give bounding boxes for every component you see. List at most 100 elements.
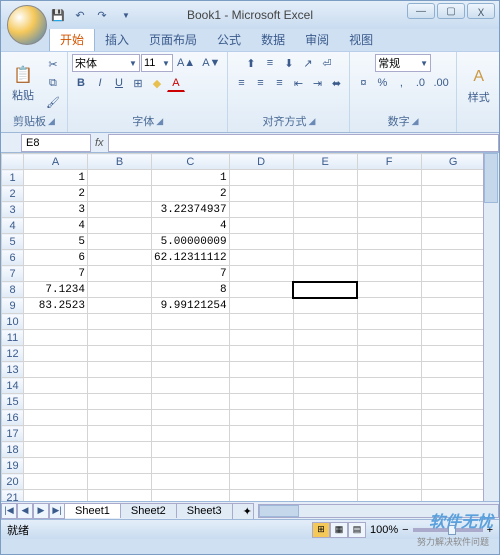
cell-B7[interactable] <box>88 266 152 282</box>
cell-E8[interactable] <box>293 282 357 298</box>
cell-G1[interactable] <box>421 170 485 186</box>
col-header-G[interactable]: G <box>421 154 485 170</box>
sheet-nav-last[interactable]: ▶| <box>49 503 65 519</box>
col-header-C[interactable]: C <box>152 154 230 170</box>
cell-C2[interactable]: 2 <box>152 186 230 202</box>
tab-formulas[interactable]: 公式 <box>207 28 251 51</box>
cell-G16[interactable] <box>421 410 485 426</box>
cell-C15[interactable] <box>152 394 230 410</box>
comma-button[interactable]: , <box>392 74 410 92</box>
cell-D20[interactable] <box>229 474 293 490</box>
cut-button[interactable]: ✂ <box>43 55 63 73</box>
italic-button[interactable]: I <box>91 74 109 92</box>
sheet-tab-3[interactable]: Sheet3 <box>176 503 233 518</box>
cell-D12[interactable] <box>229 346 293 362</box>
zoom-out-button[interactable]: − <box>402 524 408 536</box>
cell-A9[interactable]: 83.2523 <box>24 298 88 314</box>
cell-C3[interactable]: 3.22374937 <box>152 202 230 218</box>
cell-A4[interactable]: 4 <box>24 218 88 234</box>
align-launcher-icon[interactable]: ◢ <box>308 116 315 127</box>
cell-B10[interactable] <box>88 314 152 330</box>
cell-B2[interactable] <box>88 186 152 202</box>
cell-E3[interactable] <box>293 202 357 218</box>
cell-C17[interactable] <box>152 426 230 442</box>
cell-G14[interactable] <box>421 378 485 394</box>
cell-G2[interactable] <box>421 186 485 202</box>
copy-button[interactable]: ⧉ <box>43 74 63 92</box>
cell-C4[interactable]: 4 <box>152 218 230 234</box>
cell-E4[interactable] <box>293 218 357 234</box>
shrink-font-button[interactable]: A▼ <box>199 54 223 72</box>
cell-G15[interactable] <box>421 394 485 410</box>
cell-E10[interactable] <box>293 314 357 330</box>
tab-view[interactable]: 视图 <box>339 28 383 51</box>
cell-D11[interactable] <box>229 330 293 346</box>
wrap-text-button[interactable]: ⏎ <box>318 54 336 72</box>
cell-A13[interactable] <box>24 362 88 378</box>
bold-button[interactable]: B <box>72 74 90 92</box>
cell-G20[interactable] <box>421 474 485 490</box>
cell-F19[interactable] <box>357 458 421 474</box>
cell-E11[interactable] <box>293 330 357 346</box>
align-center-button[interactable]: ≡ <box>251 74 269 92</box>
cell-C1[interactable]: 1 <box>152 170 230 186</box>
worksheet-grid[interactable]: ABCDEFG111222333.22374937444555.00000009… <box>1 153 499 501</box>
number-launcher-icon[interactable]: ◢ <box>412 116 419 127</box>
align-top-button[interactable]: ⬆ <box>242 54 260 72</box>
cell-G7[interactable] <box>421 266 485 282</box>
cell-F11[interactable] <box>357 330 421 346</box>
cell-F5[interactable] <box>357 234 421 250</box>
sheet-tab-1[interactable]: Sheet1 <box>64 503 121 518</box>
cell-B9[interactable] <box>88 298 152 314</box>
col-header-E[interactable]: E <box>293 154 357 170</box>
sheet-nav-prev[interactable]: ◀ <box>17 503 33 519</box>
cell-B20[interactable] <box>88 474 152 490</box>
cell-E1[interactable] <box>293 170 357 186</box>
cell-D19[interactable] <box>229 458 293 474</box>
zoom-level[interactable]: 100% <box>370 524 398 536</box>
cell-E21[interactable] <box>293 490 357 502</box>
cell-C7[interactable]: 7 <box>152 266 230 282</box>
cell-D6[interactable] <box>229 250 293 266</box>
cell-A20[interactable] <box>24 474 88 490</box>
cell-A21[interactable] <box>24 490 88 502</box>
cell-F16[interactable] <box>357 410 421 426</box>
dec-indent-button[interactable]: ⇤ <box>289 74 307 92</box>
row-header-1[interactable]: 1 <box>2 170 24 186</box>
cell-A3[interactable]: 3 <box>24 202 88 218</box>
row-header-9[interactable]: 9 <box>2 298 24 314</box>
styles-button[interactable]: A 样式 <box>461 57 497 113</box>
tab-data[interactable]: 数据 <box>251 28 295 51</box>
row-header-2[interactable]: 2 <box>2 186 24 202</box>
col-header-D[interactable]: D <box>229 154 293 170</box>
tab-review[interactable]: 审阅 <box>295 28 339 51</box>
currency-button[interactable]: ¤ <box>354 74 372 92</box>
row-header-6[interactable]: 6 <box>2 250 24 266</box>
cell-B18[interactable] <box>88 442 152 458</box>
row-header-5[interactable]: 5 <box>2 234 24 250</box>
align-bottom-button[interactable]: ⬇ <box>280 54 298 72</box>
number-format-combo[interactable]: 常规▼ <box>375 54 431 72</box>
save-icon[interactable]: 💾 <box>49 6 67 24</box>
cell-C18[interactable] <box>152 442 230 458</box>
orientation-button[interactable]: ↗ <box>299 54 317 72</box>
cell-D21[interactable] <box>229 490 293 502</box>
cell-C21[interactable] <box>152 490 230 502</box>
cell-D15[interactable] <box>229 394 293 410</box>
cell-D16[interactable] <box>229 410 293 426</box>
cell-D1[interactable] <box>229 170 293 186</box>
cell-G5[interactable] <box>421 234 485 250</box>
cell-A11[interactable] <box>24 330 88 346</box>
row-header-4[interactable]: 4 <box>2 218 24 234</box>
minimize-button[interactable]: — <box>407 3 435 19</box>
row-header-12[interactable]: 12 <box>2 346 24 362</box>
cell-G6[interactable] <box>421 250 485 266</box>
cell-D3[interactable] <box>229 202 293 218</box>
cell-C11[interactable] <box>152 330 230 346</box>
cell-A2[interactable]: 2 <box>24 186 88 202</box>
font-color-button[interactable]: A <box>167 74 185 92</box>
cell-G9[interactable] <box>421 298 485 314</box>
cell-G19[interactable] <box>421 458 485 474</box>
cell-B12[interactable] <box>88 346 152 362</box>
cell-D14[interactable] <box>229 378 293 394</box>
